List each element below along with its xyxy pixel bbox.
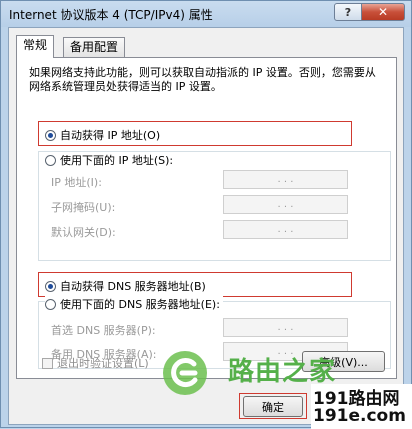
title-bar: Internet 协议版本 4 (TCP/IPv4) 属性 ? ✕: [1, 1, 411, 27]
description-text: 如果网络支持此功能，则可以获取自动指派的 IP 设置。否则，您需要从网络系统管理…: [29, 66, 376, 93]
router-home-logo-icon: [163, 351, 207, 395]
ip-auto-radio[interactable]: [45, 129, 56, 141]
preferred-dns-input[interactable]: . . .: [223, 318, 348, 337]
default-gateway-label: 默认网关(D):: [51, 226, 116, 239]
subnet-mask-value: . . .: [277, 199, 294, 210]
dns-manual-radio-row[interactable]: 使用下面的 DNS 服务器地址(E):: [45, 296, 223, 312]
general-tab-panel: 如果网络支持此功能，则可以获取自动指派的 IP 设置。否则，您需要从网络系统管理…: [16, 57, 397, 379]
dns-manual-radio[interactable]: [45, 298, 56, 310]
ok-button[interactable]: 确定: [243, 396, 303, 417]
ip-manual-radio[interactable]: [45, 154, 56, 166]
dns-auto-radio[interactable]: [45, 280, 56, 292]
tab-alternate-config[interactable]: 备用配置: [63, 37, 126, 57]
logo-text: 路由之家: [228, 357, 337, 387]
watermark-line2: 191e.com: [313, 406, 406, 426]
tab-general[interactable]: 常规: [16, 35, 55, 58]
subnet-mask-input[interactable]: . . .: [223, 195, 348, 214]
dialog-window: Internet 协议版本 4 (TCP/IPv4) 属性 ? ✕ 常规 备用配…: [0, 0, 412, 429]
dns-manual-label: 使用下面的 DNS 服务器地址(E):: [60, 298, 220, 311]
ip-manual-label: 使用下面的 IP 地址(S):: [60, 154, 174, 167]
ip-auto-radio-row[interactable]: 自动获得 IP 地址(O): [45, 127, 160, 143]
ip-address-input[interactable]: . . .: [223, 170, 348, 189]
window-title: Internet 协议版本 4 (TCP/IPv4) 属性: [9, 8, 213, 22]
dns-auto-label: 自动获得 DNS 服务器地址(B): [60, 280, 206, 293]
default-gateway-value: . . .: [277, 224, 294, 235]
validate-settings-label: 退出时验证设置(L): [57, 357, 149, 370]
ip-auto-label: 自动获得 IP 地址(O): [60, 129, 161, 142]
ip-address-label: IP 地址(I):: [51, 176, 102, 189]
dns-auto-radio-row[interactable]: 自动获得 DNS 服务器地址(B): [45, 278, 206, 294]
validate-settings-row[interactable]: 退出时验证设置(L): [42, 355, 149, 371]
help-button[interactable]: ?: [334, 3, 362, 21]
subnet-mask-label: 子网掩码(U):: [51, 201, 116, 214]
preferred-dns-label: 首选 DNS 服务器(P):: [51, 324, 156, 337]
preferred-dns-value: . . .: [277, 322, 294, 333]
validate-settings-checkbox[interactable]: [42, 357, 53, 369]
default-gateway-input[interactable]: . . .: [223, 220, 348, 239]
close-button[interactable]: ✕: [361, 3, 405, 21]
ip-manual-radio-row[interactable]: 使用下面的 IP 地址(S):: [45, 152, 177, 168]
ip-address-value: . . .: [277, 174, 294, 185]
